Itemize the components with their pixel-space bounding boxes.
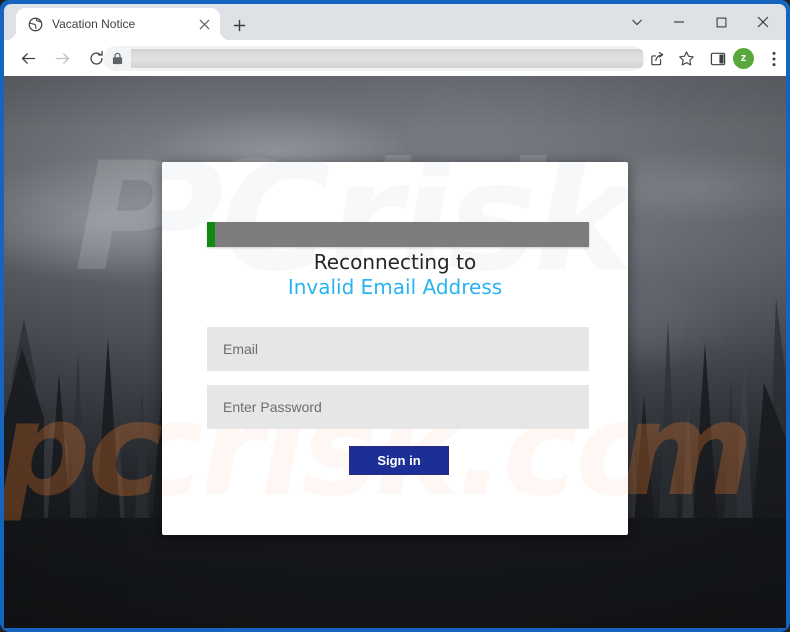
page-viewport: PCrisk pcrisk.com PCrisk pcrisk.com Reco… (4, 76, 786, 628)
loading-progress-bar (207, 222, 589, 247)
browser-tab-title: Vacation Notice (52, 17, 136, 31)
lock-icon[interactable] (103, 46, 131, 71)
browser-window: Vacation Notice z PCrisk Reconnecting to… (0, 0, 790, 632)
sign-in-button[interactable]: Sign in (349, 446, 449, 475)
close-icon[interactable] (742, 4, 784, 40)
email-input[interactable] (207, 327, 589, 371)
status-line-account: Invalid Email Address (287, 275, 503, 299)
browser-tab[interactable]: Vacation Notice (16, 8, 220, 40)
minimize-icon[interactable] (658, 4, 700, 40)
star-icon[interactable] (673, 45, 700, 72)
forward-button[interactable] (48, 44, 76, 72)
login-card-content: Reconnecting to Invalid Email Address Si… (162, 162, 628, 535)
address-bar[interactable] (103, 46, 645, 71)
browser-tab-strip: Vacation Notice (4, 4, 786, 40)
browser-toolbar: z (4, 40, 786, 76)
url-text[interactable] (131, 49, 643, 68)
back-button[interactable] (14, 44, 42, 72)
new-tab-button[interactable] (226, 12, 252, 38)
profile-avatar-button[interactable]: z (732, 47, 755, 70)
three-dot-menu-icon[interactable] (760, 45, 787, 72)
chevron-down-icon[interactable] (616, 4, 658, 40)
avatar: z (733, 48, 754, 69)
password-input[interactable] (207, 385, 589, 429)
phishing-login-card: PCrisk pcrisk.com Reconnecting to Invali… (162, 162, 628, 535)
loading-progress-fill (207, 222, 215, 247)
maximize-icon[interactable] (700, 4, 742, 40)
status-line-primary: Reconnecting to (313, 250, 477, 274)
side-panel-icon[interactable] (704, 45, 731, 72)
window-controls (616, 4, 784, 40)
tab-close-icon[interactable] (195, 15, 213, 33)
globe-icon (27, 16, 43, 32)
share-icon[interactable] (643, 45, 670, 72)
